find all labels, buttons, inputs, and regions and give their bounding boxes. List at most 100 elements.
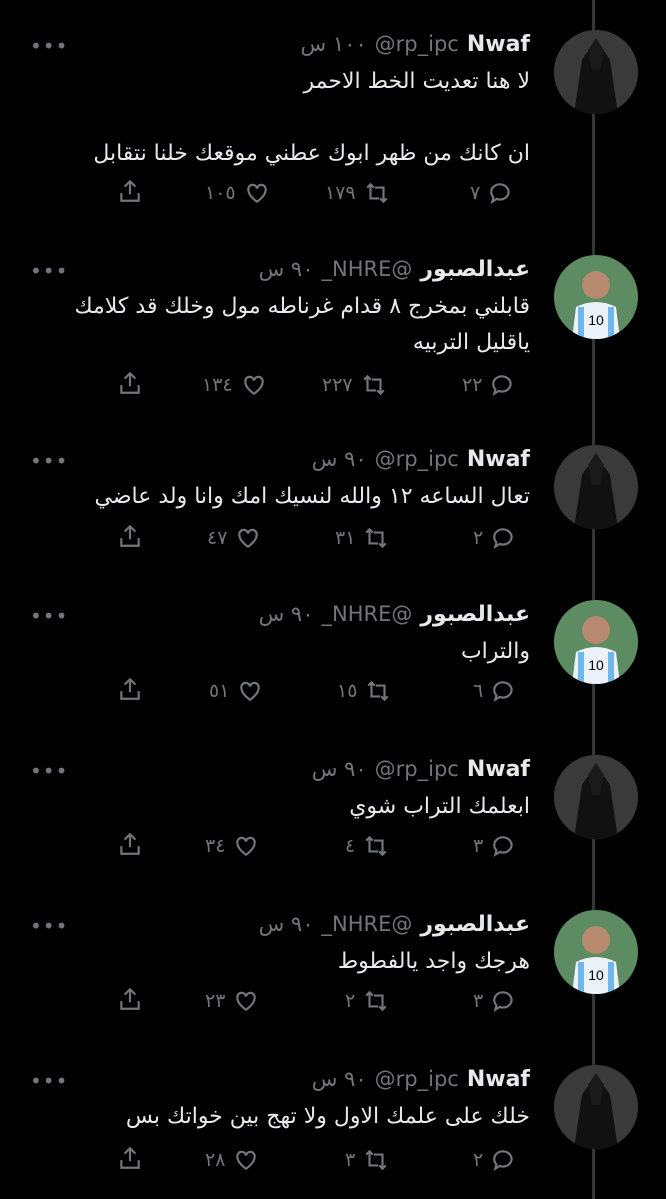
retweet-button[interactable]: ٢ [345, 986, 389, 1016]
avatar[interactable] [554, 755, 638, 839]
tweet-header: Nwaf @rp_ipc ٩٠ س [312, 753, 530, 785]
reply-icon [493, 528, 513, 550]
reply-button[interactable]: ٦ [473, 676, 517, 706]
reply-button[interactable]: ٢ [473, 523, 517, 553]
like-button[interactable]: ٥١ [209, 676, 263, 706]
like-button[interactable]: ٣٤ [205, 831, 259, 861]
tweet-text: خلك على علمك الاول ولا تهج بين خواتك بس [125, 1104, 530, 1129]
tweet-actions: ٢ ٣١ ٤٧ [0, 523, 666, 553]
reply-button[interactable]: ٧ [470, 178, 514, 208]
tweet-text: والتراب [460, 639, 530, 664]
more-options-icon[interactable]: ••• [30, 449, 68, 473]
reply-count: ٢ [473, 527, 484, 549]
tweet-time[interactable]: ٩٠ س [312, 1067, 367, 1091]
share-icon[interactable] [117, 831, 143, 857]
share-icon[interactable] [117, 1145, 143, 1171]
tweet[interactable]: Nwaf @rp_ipc ١٠٠ س ••• لا هنا تعديت الخط… [0, 0, 666, 205]
like-button[interactable]: ٢٨ [205, 1145, 259, 1175]
author-handle[interactable]: _NHRE@ [321, 257, 412, 281]
retweet-icon [367, 680, 389, 702]
author-handle[interactable]: @rp_ipc [375, 1067, 459, 1091]
tweet[interactable]: Nwaf @rp_ipc ٩٠ س ••• خلك على علمك الاول… [0, 1035, 666, 1190]
retweet-button[interactable]: ٣١ [335, 523, 389, 553]
retweet-button[interactable]: ١٧٩ [325, 178, 390, 208]
tweet-actions: ٦ ١٥ ٥١ [0, 676, 666, 706]
like-count: ٣٤ [205, 835, 226, 857]
share-icon[interactable] [117, 676, 143, 702]
football-player-avatar-icon: 10 [554, 910, 638, 994]
tweet-time[interactable]: ١٠٠ س [301, 32, 367, 56]
author-name[interactable]: عبدالصبور [420, 602, 530, 627]
retweet-count: ٢٢٧ [322, 374, 353, 396]
masked-figure-avatar-icon [554, 30, 638, 114]
tweet[interactable]: 10 عبدالصبور _NHRE@ ٩٠ س ••• هرجك واجد ي… [0, 880, 666, 1035]
author-handle[interactable]: @rp_ipc [375, 32, 459, 56]
tweet-time[interactable]: ٩٠ س [312, 447, 367, 471]
retweet-button[interactable]: ١٥ [337, 676, 391, 706]
reply-button[interactable]: ٢ [473, 1145, 517, 1175]
author-name[interactable]: عبدالصبور [420, 257, 530, 282]
avatar[interactable]: 10 [554, 255, 638, 339]
more-options-icon[interactable]: ••• [30, 914, 68, 938]
avatar[interactable]: 10 [554, 600, 638, 684]
tweet-time[interactable]: ٩٠ س [259, 602, 314, 626]
retweet-icon [365, 835, 387, 857]
retweet-button[interactable]: ٤ [345, 831, 389, 861]
more-options-icon[interactable]: ••• [30, 34, 68, 58]
reply-icon [493, 1150, 513, 1172]
retweet-button[interactable]: ٣ [345, 1145, 389, 1175]
reply-count: ٦ [473, 680, 484, 702]
author-name[interactable]: عبدالصبور [420, 912, 530, 937]
tweet[interactable]: Nwaf @rp_ipc ٩٠ س ••• تعال الساعه ١٢ وال… [0, 415, 666, 570]
author-handle[interactable]: _NHRE@ [321, 912, 412, 936]
tweet-text: هرجك واجد يالفطوط [337, 949, 530, 974]
tweet[interactable]: 10 عبدالصبور _NHRE@ ٩٠ س ••• قابلني بمخر… [0, 225, 666, 397]
avatar[interactable]: 10 [554, 910, 638, 994]
share-icon[interactable] [117, 986, 143, 1012]
reply-button[interactable]: ٢٢ [462, 370, 516, 400]
reply-button[interactable]: ٣ [473, 831, 517, 861]
tweet-text: تعال الساعه ١٢ والله لنسيك امك وانا ولد … [94, 484, 530, 509]
reply-count: ٢ [473, 1149, 484, 1171]
reply-button[interactable]: ٣ [473, 986, 517, 1016]
tweet-time[interactable]: ٩٠ س [259, 912, 314, 936]
author-name[interactable]: Nwaf [467, 32, 530, 57]
avatar[interactable] [554, 445, 638, 529]
like-button[interactable]: ١٣٤ [202, 370, 267, 400]
author-handle[interactable]: @rp_ipc [375, 757, 459, 781]
author-name[interactable]: Nwaf [467, 447, 530, 472]
retweet-icon [365, 990, 387, 1012]
like-button[interactable]: ٢٣ [205, 986, 259, 1016]
tweet[interactable]: 10 عبدالصبور _NHRE@ ٩٠ س ••• والتراب ٦ ١… [0, 570, 666, 725]
author-name[interactable]: Nwaf [467, 1067, 530, 1092]
more-options-icon[interactable]: ••• [30, 1069, 68, 1093]
author-handle[interactable]: @rp_ipc [375, 447, 459, 471]
masked-figure-avatar-icon [554, 755, 638, 839]
avatar[interactable] [554, 30, 638, 114]
avatar[interactable] [554, 1065, 638, 1149]
more-options-icon[interactable]: ••• [30, 259, 68, 283]
author-name[interactable]: Nwaf [467, 757, 530, 782]
share-icon[interactable] [117, 523, 143, 549]
like-button[interactable]: ٤٧ [207, 523, 261, 553]
tweet-actions: ٧ ١٧٩ ١٠٥ [0, 178, 666, 208]
retweet-count: ٣١ [335, 527, 356, 549]
retweet-button[interactable]: ٢٢٧ [322, 370, 387, 400]
heart-icon [246, 183, 267, 203]
more-options-icon[interactable]: ••• [30, 604, 68, 628]
like-button[interactable]: ١٠٥ [205, 178, 270, 208]
tweet-time[interactable]: ٩٠ س [312, 757, 367, 781]
share-icon[interactable] [117, 178, 143, 204]
tweet-header: عبدالصبور _NHRE@ ٩٠ س [259, 908, 530, 940]
author-handle[interactable]: _NHRE@ [321, 602, 412, 626]
more-options-icon[interactable]: ••• [30, 759, 68, 783]
share-icon[interactable] [117, 370, 143, 396]
svg-text:10: 10 [588, 312, 604, 328]
tweet-time[interactable]: ٩٠ س [259, 257, 314, 281]
masked-figure-avatar-icon [554, 1065, 638, 1149]
football-player-avatar-icon: 10 [554, 255, 638, 339]
tweet-actions: ٣ ٢ ٢٣ [0, 986, 666, 1016]
tweet[interactable]: Nwaf @rp_ipc ٩٠ س ••• ابعلمك التراب شوي … [0, 725, 666, 880]
reply-count: ٣ [473, 990, 484, 1012]
like-count: ٢٣ [205, 990, 226, 1012]
